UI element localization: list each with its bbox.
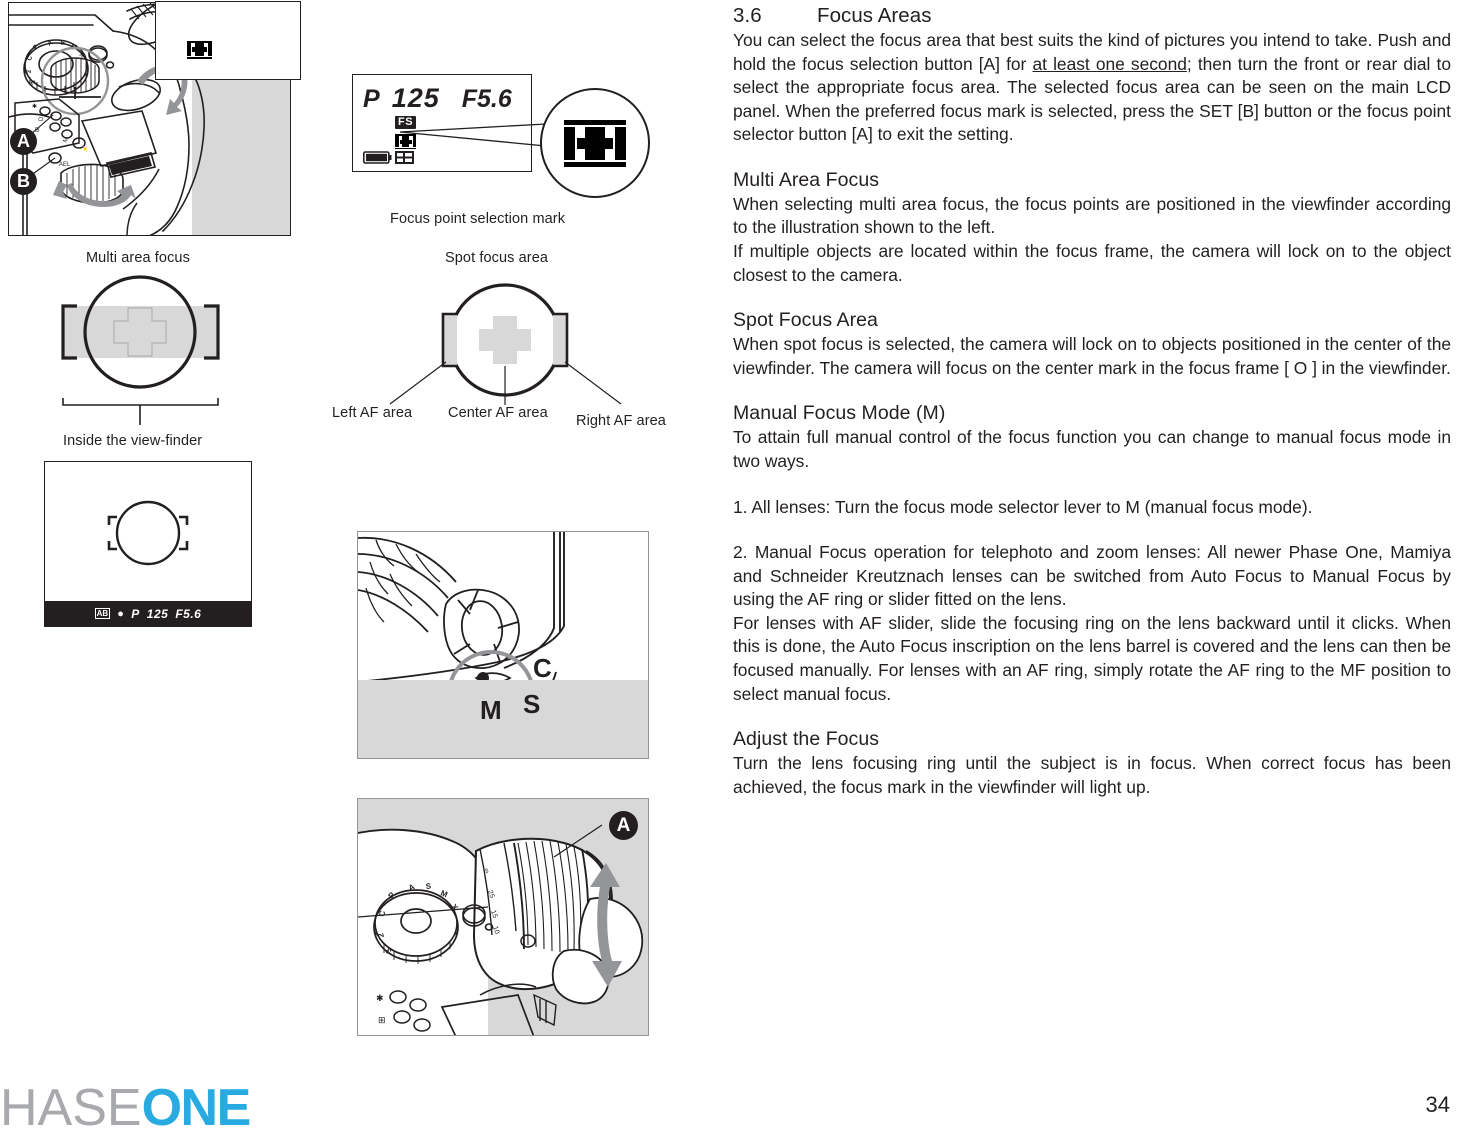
focus-mark-magnifier — [540, 88, 650, 198]
phase-one-logo: HASE ONE — [0, 1079, 252, 1134]
spot-focus-area-paragraph-1: When spot focus is selected, the camera … — [733, 334, 1451, 378]
multi-area-focus-figure: Multi area focus Inside the view-finder — [0, 248, 300, 458]
svg-text:2: 2 — [25, 69, 33, 74]
focus-mode-label-s: S — [523, 689, 541, 719]
focus-mode-selector-grey-background — [358, 680, 648, 758]
section-number: 3.6 — [733, 4, 762, 27]
svg-text:C: C — [26, 55, 34, 62]
multi-area-focus-paragraph-1: When selecting multi area focus, the foc… — [733, 193, 1451, 238]
magnified-focus-point-mark-icon — [564, 119, 626, 167]
camera-callout-badge-a: A — [10, 128, 37, 155]
camera-callout-badge-a-label: A — [17, 131, 30, 151]
manual-focus-item-2: 2. Manual Focus operation for telephoto … — [733, 542, 1451, 610]
spot-focus-area-heading: Spot Focus Area — [733, 309, 878, 332]
body-text-column: 3.6 Focus Areas You can select the focus … — [733, 4, 1451, 799]
inside-viewfinder-caption: Inside the view-finder — [63, 433, 203, 449]
lcd-caption: Focus point selection mark — [390, 211, 566, 227]
left-af-area-caption: Left AF area — [332, 405, 413, 421]
illustration-column: P C 2 3 A S M X ✱ D ⊞ M ⚡ AEL A B P 125 … — [0, 0, 700, 1075]
section-title: Focus Areas — [817, 4, 932, 27]
section-intro-paragraph: You can select the focus area that best … — [733, 29, 1451, 147]
viewfinder-shutter-value: 125 — [146, 606, 169, 621]
section-heading: 3.6 Focus Areas — [733, 4, 1451, 28]
center-af-area-caption: Center AF area — [448, 405, 548, 421]
viewfinder-status-bar: AB ● P 125 F5.6 — [45, 601, 251, 626]
section-intro-emphasis: at least one second — [1032, 53, 1187, 74]
logo-text-grey: HASE — [0, 1079, 142, 1134]
lens-callout-badge-a: A — [609, 811, 638, 840]
manual-focus-mode-heading: Manual Focus Mode (M) — [733, 402, 946, 425]
svg-text:D: D — [39, 116, 45, 121]
manual-page: P C 2 3 A S M X ✱ D ⊞ M ⚡ AEL A B P 125 … — [0, 0, 1458, 1134]
svg-text:⊞: ⊞ — [378, 1015, 386, 1025]
adjust-focus-paragraph-1: Turn the lens focusing ring until the su… — [733, 753, 1451, 797]
manual-focus-item-1: 1. All lenses: Turn the focus mode selec… — [733, 496, 1313, 517]
focus-mode-selector-figure: C S M — [357, 531, 649, 759]
adjust-focus-heading: Adjust the Focus — [733, 728, 880, 751]
logo-text-blue: ONE — [141, 1079, 252, 1134]
camera-callout-badge-b: B — [10, 168, 37, 195]
multi-area-focus-diagram — [61, 275, 220, 425]
lens-af-ring-line-art: ∞ 25 15 10 P C 2 3 A S M X ✱ ⊞ — [358, 824, 644, 1035]
viewfinder-aperture-value: F5.6 — [175, 606, 202, 621]
focus-mark-inset-box — [155, 1, 301, 80]
manual-focus-item-3: For lenses with AF slider, slide the foc… — [733, 612, 1451, 704]
svg-text:⚡: ⚡ — [80, 144, 91, 154]
viewfinder-ab-indicator: AB — [94, 608, 111, 619]
viewfinder-figure: AB ● P 125 F5.6 — [44, 461, 252, 627]
lens-callout-badge-a-label: A — [616, 814, 631, 836]
svg-text:AEL: AEL — [59, 162, 71, 168]
viewfinder-focus-dot: ● — [117, 607, 125, 620]
lcd-mode-value: P — [363, 85, 380, 113]
focus-mode-label-m: M — [480, 695, 502, 725]
page-number: 34 — [1425, 1092, 1450, 1117]
spot-focus-area-figure: Spot focus area Left AF area Center AF a… — [310, 248, 700, 438]
focus-point-mark-icon — [187, 40, 212, 59]
focus-mode-label-c: C — [533, 653, 552, 683]
svg-text:✱: ✱ — [376, 993, 384, 1003]
lcd-battery-icon — [363, 151, 392, 169]
viewfinder-mode-value: P — [131, 606, 140, 621]
multi-area-focus-paragraph-2: If multiple objects are located within t… — [733, 241, 1451, 285]
svg-text:✱: ✱ — [32, 103, 37, 110]
manual-focus-paragraph-1: To attain full manual control of the foc… — [733, 427, 1451, 471]
right-af-area-caption: Right AF area — [576, 413, 666, 429]
camera-callout-badge-b-label: B — [17, 171, 30, 191]
lens-af-ring-figure: ∞ 25 15 10 P C 2 3 A S M X ✱ ⊞ A — [357, 798, 649, 1036]
multi-area-focus-heading: Multi Area Focus — [733, 168, 880, 191]
